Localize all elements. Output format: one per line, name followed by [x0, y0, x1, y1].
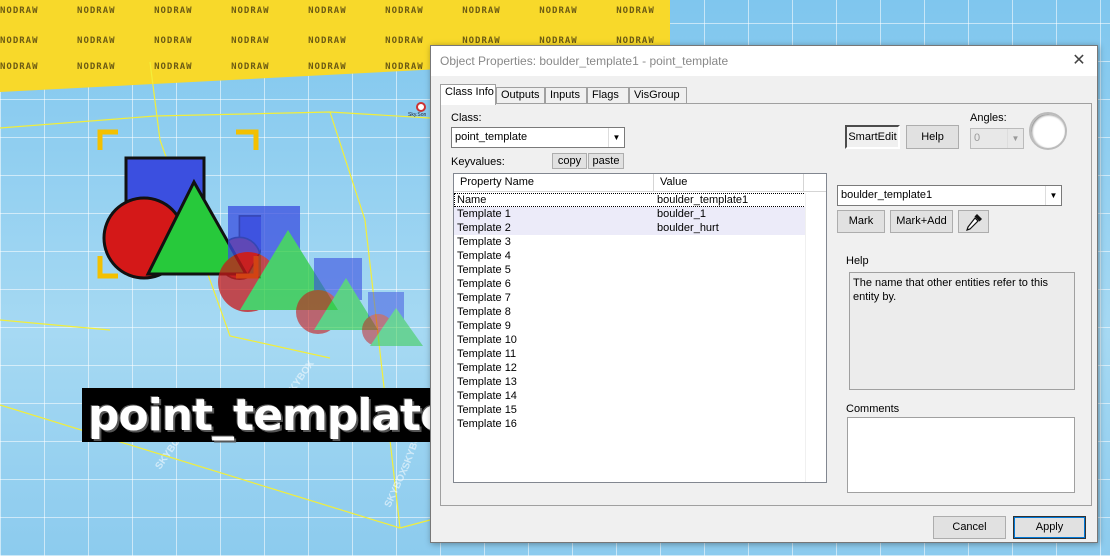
chevron-down-icon[interactable]: ▼	[1045, 186, 1061, 205]
angles-value: 0	[974, 132, 981, 144]
dialog-title: Object Properties: boulder_template1 - p…	[440, 54, 729, 68]
cancel-button[interactable]: Cancel	[933, 516, 1006, 539]
table-row[interactable]: Template 7	[454, 291, 806, 305]
column-header-value[interactable]: Value	[654, 174, 804, 192]
table-row[interactable]: Name boulder_template1	[454, 193, 806, 207]
angles-select: 0 ▼	[970, 128, 1024, 149]
mark-add-button[interactable]: Mark+Add	[890, 210, 953, 233]
table-row[interactable]: Template 1 boulder_1	[454, 207, 806, 221]
comments-textarea[interactable]	[847, 417, 1075, 493]
table-row[interactable]: Template 2 boulder_hurt	[454, 221, 806, 235]
tab-flags[interactable]: Flags	[587, 87, 629, 104]
eyedropper-icon	[965, 214, 982, 231]
entity-tag-text: Sky.Son	[408, 112, 427, 118]
property-rows: Name boulder_template1 Template 1 boulder_…	[454, 193, 806, 431]
dialog-titlebar[interactable]: Object Properties: boulder_template1 - p…	[431, 46, 1097, 76]
eyedropper-button[interactable]	[958, 210, 989, 233]
list-divider	[805, 193, 806, 482]
angles-label: Angles:	[970, 112, 1007, 124]
tab-visgroup[interactable]: VisGroup	[629, 87, 687, 104]
chevron-down-icon: ▼	[1007, 129, 1023, 148]
table-row[interactable]: Template 3	[454, 235, 806, 249]
column-header-property-name[interactable]: Property Name	[454, 174, 654, 192]
class-select[interactable]: point_template ▼	[451, 127, 625, 148]
object-properties-dialog: Object Properties: boulder_template1 - p…	[430, 45, 1098, 543]
class-label: Class:	[451, 112, 482, 124]
clock-icon	[416, 102, 426, 112]
list-header: Property Name Value	[454, 174, 826, 192]
table-row[interactable]: Template 10	[454, 333, 806, 347]
entity-name-label: point_template	[82, 388, 450, 442]
help-button[interactable]: Help	[906, 125, 959, 149]
table-row[interactable]: Template 15	[454, 403, 806, 417]
comments-label: Comments	[846, 403, 900, 415]
table-row[interactable]: Template 9	[454, 319, 806, 333]
class-select-value: point_template	[455, 131, 528, 143]
table-row[interactable]: Template 5	[454, 263, 806, 277]
keyvalues-list[interactable]: Property Name Value Name boulder_template…	[453, 173, 827, 483]
table-row[interactable]: Template 13	[454, 375, 806, 389]
mark-button[interactable]: Mark	[837, 210, 885, 233]
map-entity-marker[interactable]: Sky.Son	[408, 102, 428, 120]
help-section-label: Help	[846, 255, 869, 267]
tab-inputs[interactable]: Inputs	[545, 87, 587, 104]
tab-class-info[interactable]: Class Info	[440, 84, 496, 105]
entity-label-text: point_template	[88, 390, 450, 441]
table-row[interactable]: Template 6	[454, 277, 806, 291]
close-button[interactable]: ✕	[1067, 50, 1091, 72]
table-row[interactable]: Template 16	[454, 417, 806, 431]
table-row[interactable]: Template 8	[454, 305, 806, 319]
trailing-template-icons	[218, 206, 423, 346]
keyvalues-label: Keyvalues:	[451, 156, 505, 168]
table-row[interactable]: Template 4	[454, 249, 806, 263]
help-textbox: The name that other entities refer to th…	[849, 272, 1075, 390]
value-select[interactable]: boulder_template1 ▼	[837, 185, 1062, 206]
smartedit-toggle[interactable]: SmartEdit	[845, 125, 900, 149]
apply-button[interactable]: Apply	[1013, 516, 1086, 539]
value-select-text: boulder_template1	[841, 189, 933, 201]
table-row[interactable]: Template 11	[454, 347, 806, 361]
table-row[interactable]: Template 14	[454, 389, 806, 403]
chevron-down-icon[interactable]: ▼	[608, 128, 624, 147]
table-row[interactable]: Template 12	[454, 361, 806, 375]
help-text: The name that other entities refer to th…	[853, 277, 1049, 303]
tab-outputs[interactable]: Outputs	[496, 87, 545, 104]
angle-dial-control[interactable]	[1029, 112, 1067, 150]
copy-button[interactable]: copy	[552, 153, 587, 169]
paste-button[interactable]: paste	[588, 153, 624, 169]
